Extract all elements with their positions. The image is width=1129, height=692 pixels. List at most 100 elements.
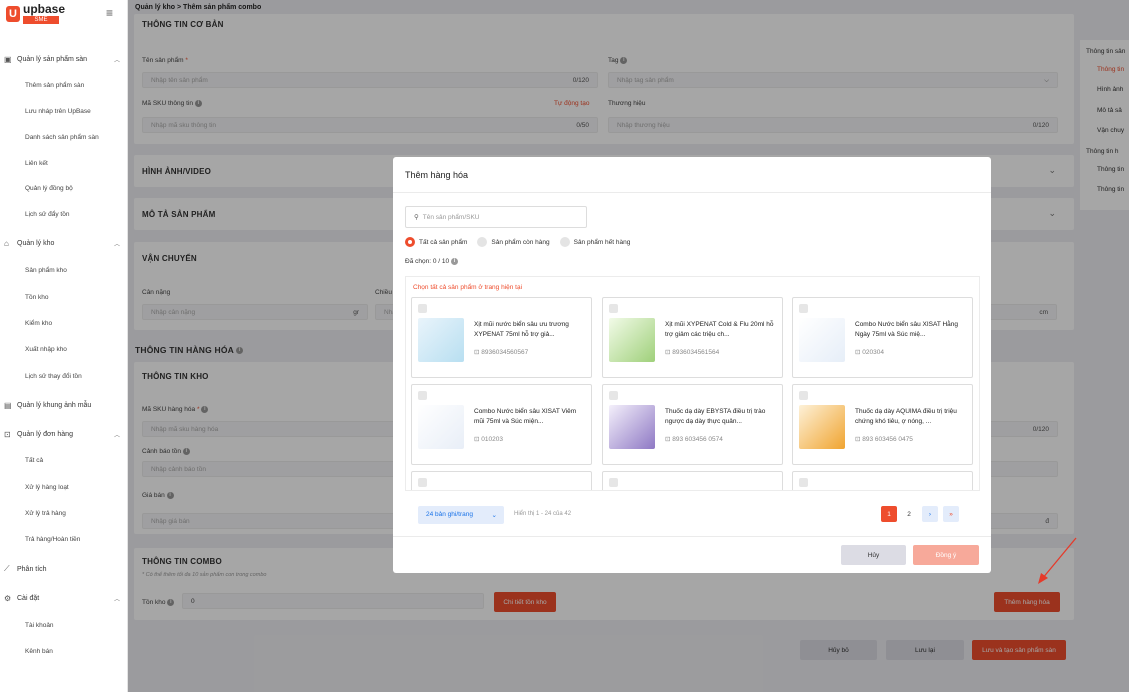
- sidebar-group-warehouse[interactable]: ⌂ Quản lý kho ︿: [4, 239, 124, 248]
- logo[interactable]: U upbase SME: [6, 3, 65, 24]
- sidebar-item-all-orders[interactable]: Tất cả: [25, 457, 43, 464]
- chart-icon: ⟋: [4, 564, 10, 573]
- sidebar-item-push-history[interactable]: Lịch sử đẩy tồn: [25, 211, 69, 218]
- product-card[interactable]: [792, 471, 973, 490]
- product-list: Chọn tất cả sản phẩm ở trang hiện tại Xị…: [405, 276, 980, 491]
- search-input[interactable]: ⚲ Tên sản phẩm/SKU: [405, 206, 587, 228]
- sidebar-item-product-list[interactable]: Danh sách sản phẩm sàn: [25, 134, 99, 141]
- logo-name: upbase: [23, 2, 66, 16]
- sidebar-item-drafts[interactable]: Lưu nháp trên UpBase: [25, 108, 91, 115]
- product-image: [609, 405, 655, 449]
- logo-mark: U: [6, 5, 20, 22]
- sidebar-item-stock-products[interactable]: Sản phẩm kho: [25, 267, 67, 274]
- sidebar-item-refunds[interactable]: Trả hàng/Hoàn tiền: [25, 536, 80, 543]
- product-checkbox[interactable]: [418, 391, 427, 400]
- product-checkbox[interactable]: [418, 304, 427, 313]
- product-card[interactable]: Xịt mũi XYPENAT Cold & Flu 20ml hỗ trợ g…: [602, 297, 783, 378]
- product-checkbox[interactable]: [609, 478, 618, 487]
- product-card[interactable]: Combo Nước biển sâu XISAT Hằng Ngày 75ml…: [792, 297, 973, 378]
- product-checkbox[interactable]: [609, 391, 618, 400]
- sidebar: U upbase SME ≡ ▣ Quản lý sản phẩm sàn ︿ Th…: [0, 0, 128, 692]
- modal-cancel-button[interactable]: Hủy: [841, 545, 906, 565]
- product-name: Thuốc dạ dày AQUIMA điều trị triệu chứng…: [855, 408, 957, 425]
- product-card[interactable]: [411, 471, 592, 490]
- product-image: [799, 405, 845, 449]
- page-1[interactable]: 1: [881, 506, 897, 522]
- product-card[interactable]: Xịt mũi nước biển sâu ưu trương XYPENAT …: [411, 297, 592, 378]
- annotation-arrow: [1038, 537, 1077, 584]
- selected-count: Đã chọn: 0 / 10 i: [405, 258, 458, 265]
- search-icon: ⚲: [414, 214, 419, 221]
- menu-toggle-icon[interactable]: ≡: [106, 6, 113, 20]
- sidebar-item-add-product[interactable]: Thêm sản phẩm sàn: [25, 82, 84, 89]
- sidebar-item-stock-check[interactable]: Kiểm kho: [25, 320, 52, 327]
- sidebar-group-products[interactable]: ▣ Quản lý sản phẩm sàn ︿: [4, 55, 124, 64]
- radio-all[interactable]: [405, 237, 415, 247]
- product-image: [799, 318, 845, 362]
- product-name: Combo Nước biển sâu XISAT Hằng Ngày 75ml…: [855, 321, 959, 338]
- divider: [393, 536, 991, 537]
- radio-out-of-stock[interactable]: [559, 237, 570, 247]
- radio-label: Sản phẩm còn hàng: [491, 238, 550, 246]
- product-image: [609, 318, 655, 362]
- sidebar-group-settings[interactable]: ⚙ Cài đặt ︿: [4, 594, 124, 603]
- radio-label: Tất cả sản phẩm: [419, 238, 468, 246]
- product-sku: ⊡ 8936034561564: [665, 349, 720, 356]
- product-name: Thuốc dạ dày EBYSTA điều trị trào ngược …: [665, 408, 766, 425]
- sidebar-group-label: Quản lý sản phẩm sàn: [17, 56, 88, 63]
- cart-icon: ⊡: [4, 430, 11, 439]
- sidebar-group-label: Cài đặt: [17, 595, 40, 602]
- add-goods-modal: Thêm hàng hóa ⚲ Tên sản phẩm/SKU Tất cả s…: [393, 157, 991, 573]
- warehouse-icon: ⌂: [4, 239, 9, 248]
- sidebar-item-channels[interactable]: Kênh bán: [25, 648, 53, 655]
- product-image: [418, 405, 464, 449]
- page-size-select[interactable]: 24 bản ghi/trang ⌄: [418, 506, 504, 524]
- product-card[interactable]: [602, 471, 783, 490]
- chevron-up-icon: ︿: [113, 58, 120, 64]
- product-sku: ⊡ 893 603456 0574: [665, 436, 723, 443]
- chevron-up-icon: ︿: [113, 242, 120, 248]
- radio-label: Sản phẩm hết hàng: [573, 238, 631, 246]
- sidebar-item-returns[interactable]: Xử lý trả hàng: [25, 510, 66, 517]
- sidebar-item-sync[interactable]: Quản lý đồng bộ: [25, 185, 73, 192]
- select-all-link[interactable]: Chọn tất cả sản phẩm ở trang hiện tại: [413, 284, 522, 291]
- sidebar-item-bulk[interactable]: Xử lý hàng loạt: [25, 484, 69, 491]
- product-card[interactable]: Combo Nước biển sâu XISAT Viêm mũi 75ml …: [411, 384, 592, 465]
- gear-icon: ⚙: [4, 594, 12, 603]
- sidebar-item-stock-history[interactable]: Lịch sử thay đổi tồn: [25, 373, 82, 380]
- product-checkbox[interactable]: [799, 304, 808, 313]
- product-card[interactable]: Thuốc dạ dày AQUIMA điều trị triệu chứng…: [792, 384, 973, 465]
- stock-filter: Tất cả sản phẩm Sản phẩm còn hàng Sản ph…: [405, 237, 630, 247]
- divider: [393, 192, 991, 193]
- modal-title: Thêm hàng hóa: [405, 170, 469, 180]
- product-card[interactable]: Thuốc dạ dày EBYSTA điều trị trào ngược …: [602, 384, 783, 465]
- product-checkbox[interactable]: [418, 478, 427, 487]
- sidebar-item-account[interactable]: Tài khoản: [25, 622, 54, 629]
- sidebar-item-links[interactable]: Liên kết: [25, 160, 48, 167]
- sidebar-group-orders[interactable]: ⊡ Quản lý đơn hàng ︿: [4, 430, 124, 439]
- sidebar-group-label: Quản lý đơn hàng: [17, 431, 73, 438]
- sidebar-group-label: Phân tích: [17, 565, 47, 573]
- sidebar-group-analytics[interactable]: ⟋ Phân tích: [4, 564, 124, 574]
- chevron-down-icon: ⌄: [491, 512, 497, 519]
- product-checkbox[interactable]: [799, 391, 808, 400]
- modal-confirm-button[interactable]: Đồng ý: [913, 545, 979, 565]
- product-sku: ⊡ 8936034560567: [474, 349, 529, 356]
- logo-badge: SME: [23, 16, 59, 24]
- product-sku: ⊡ 893 603456 0475: [855, 436, 913, 443]
- radio-in-stock[interactable]: [477, 237, 488, 247]
- page-2[interactable]: 2: [901, 506, 917, 522]
- next-page-button[interactable]: ›: [922, 506, 938, 522]
- sidebar-item-import-export[interactable]: Xuất nhập kho: [25, 346, 67, 353]
- sidebar-item-inventory[interactable]: Tồn kho: [25, 294, 49, 301]
- sidebar-group-frames[interactable]: ▤ Quản lý khung ảnh mẫu: [4, 401, 124, 410]
- product-name: Xịt mũi nước biển sâu ưu trương XYPENAT …: [474, 321, 569, 338]
- product-sku: ⊡ 010203: [474, 436, 503, 443]
- product-checkbox[interactable]: [609, 304, 618, 313]
- info-icon: i: [450, 258, 458, 265]
- product-image: [418, 318, 464, 362]
- sidebar-group-label: Quản lý kho: [17, 240, 55, 247]
- sidebar-group-label: Quản lý khung ảnh mẫu: [17, 402, 92, 409]
- product-checkbox[interactable]: [799, 478, 808, 487]
- last-page-button[interactable]: »: [943, 506, 959, 522]
